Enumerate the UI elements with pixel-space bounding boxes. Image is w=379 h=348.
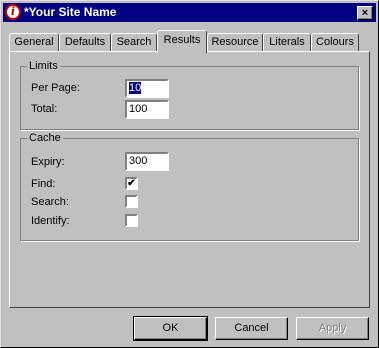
identify-checkbox[interactable] [125, 214, 138, 227]
cache-group: Cache Expiry: 300 Find: ✔ Search: Identi… [20, 131, 359, 241]
cancel-button[interactable]: Cancel [215, 317, 288, 340]
tab-defaults[interactable]: Defaults [59, 33, 111, 51]
total-label: Total: [31, 103, 58, 115]
per-page-value: 10 [129, 82, 142, 94]
title-bar[interactable]: i *Your Site Name × [3, 3, 376, 22]
window-title: *Your Site Name [24, 5, 117, 19]
search-checkbox[interactable] [125, 195, 138, 208]
tab-literals[interactable]: Literals [263, 33, 311, 51]
close-button[interactable]: × [357, 6, 373, 20]
expiry-label: Expiry: [31, 156, 65, 168]
tab-general[interactable]: General [9, 33, 59, 51]
total-input[interactable]: 100 [125, 100, 169, 119]
close-icon: × [361, 7, 369, 19]
tab-resource[interactable]: Resource [207, 33, 263, 51]
ok-button[interactable]: OK [133, 316, 208, 341]
tab-strip: General Defaults Search Results Resource… [9, 30, 369, 53]
apply-button[interactable]: Apply [296, 317, 369, 340]
per-page-input[interactable]: 10 [125, 79, 169, 98]
limits-group-title: Limits [27, 59, 60, 73]
dialog-window: i *Your Site Name × General Defaults Sea… [0, 0, 379, 348]
tab-results[interactable]: Results [157, 30, 207, 53]
tab-colours[interactable]: Colours [311, 33, 359, 51]
find-label: Find: [31, 178, 56, 190]
find-checkbox[interactable]: ✔ [125, 177, 138, 190]
identify-label: Identify: [31, 215, 70, 227]
tab-search[interactable]: Search [111, 33, 157, 51]
per-page-label: Per Page: [31, 82, 80, 94]
limits-group: Limits Per Page: 10 Total: 100 [20, 59, 359, 130]
info-icon: i [5, 4, 21, 20]
cache-group-title: Cache [27, 131, 63, 145]
expiry-input[interactable]: 300 [125, 152, 169, 171]
tab-panel-results: Limits Per Page: 10 Total: 100 Cache Exp… [9, 51, 370, 308]
search-label: Search: [31, 196, 69, 208]
